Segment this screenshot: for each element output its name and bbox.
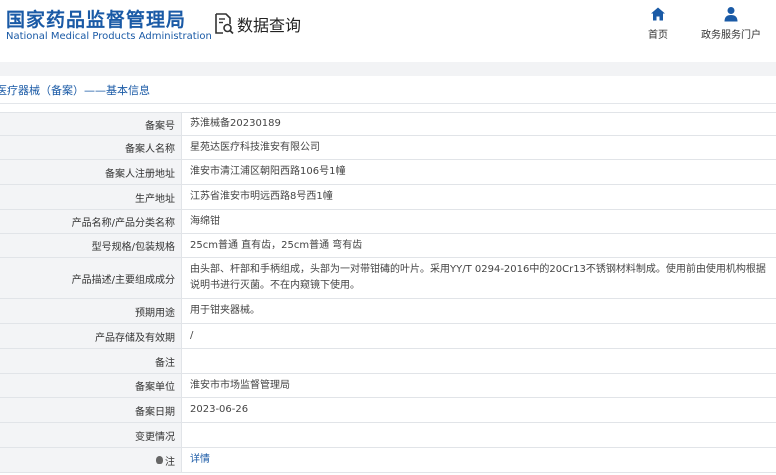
- table-row: 注 详情: [0, 448, 776, 473]
- site-logo-cn[interactable]: 国家药品监督管理局: [6, 5, 186, 32]
- row-value: [182, 349, 776, 373]
- table-row: 型号规格/包装规格 25cm普通 直有齿，25cm普通 弯有齿: [0, 234, 776, 258]
- breadcrumb: 医疗器械（备案）——基本信息: [0, 76, 776, 104]
- row-label: 型号规格/包装规格: [0, 234, 182, 257]
- header-divider: [0, 62, 776, 76]
- table-row: 备案号 苏淮械备20230189: [0, 113, 776, 136]
- row-value: 25cm普通 直有齿，25cm普通 弯有齿: [190, 239, 363, 251]
- row-value: 江苏省淮安市明远西路8号西1幢: [190, 191, 333, 202]
- row-value: 海绵钳: [190, 215, 220, 227]
- row-label: 预期用途: [0, 299, 182, 323]
- home-icon: [651, 7, 665, 21]
- site-logo-en: National Medical Products Administration: [6, 31, 212, 42]
- nav-home-label: 首页: [648, 30, 668, 41]
- table-row: 预期用途 用于钳夹器械。: [0, 299, 776, 324]
- row-label: 备案人注册地址: [0, 160, 182, 184]
- table-row: 备注: [0, 349, 776, 374]
- table-row: 备案单位 淮安市市场监督管理局: [0, 374, 776, 398]
- row-value: /: [190, 330, 194, 341]
- table-row: 备案人注册地址 淮安市清江浦区朝阳西路106号1幢: [0, 160, 776, 185]
- site-header: 国家药品监督管理局 National Medical Products Admi…: [0, 0, 776, 62]
- nav-home[interactable]: 首页: [648, 6, 668, 41]
- row-label: 备案号: [0, 113, 182, 135]
- row-label: 产品存储及有效期: [0, 324, 182, 348]
- table-row: 备案日期 2023-06-26: [0, 398, 776, 423]
- row-value: [182, 423, 776, 447]
- row-value: 淮安市清江浦区朝阳西路106号1幢: [190, 166, 346, 177]
- row-value: 详情: [182, 448, 776, 472]
- note-label: 注: [0, 448, 182, 472]
- data-search-icon: [215, 13, 234, 35]
- lightbulb-icon: [156, 456, 163, 464]
- row-value: 由头部、杆部和手柄组成，头部为一对带钳碡的叶片。采用YY/T 0294-2016…: [190, 264, 766, 291]
- data-query-title[interactable]: 数据查询: [214, 12, 301, 36]
- info-table: 备案号 苏淮械备20230189 备案人名称 星苑达医疗科技淮安有限公司 备案人…: [0, 112, 776, 473]
- row-label: 产品名称/产品分类名称: [0, 210, 182, 233]
- data-query-label: 数据查询: [237, 16, 302, 35]
- row-label: 备案单位: [0, 374, 182, 397]
- row-value: 2023-06-26: [190, 404, 249, 415]
- row-label: 备案日期: [0, 398, 182, 422]
- row-value: 淮安市市场监督管理局: [190, 379, 290, 391]
- user-icon: [724, 7, 738, 22]
- nav-service-portal[interactable]: 政务服务门户: [701, 6, 761, 41]
- table-row: 变更情况: [0, 423, 776, 448]
- row-label: 产品描述/主要组成成分: [0, 258, 182, 298]
- row-label: 生产地址: [0, 185, 182, 209]
- breadcrumb-text: 医疗器械（备案）——基本信息: [0, 84, 150, 97]
- row-value: 苏淮械备20230189: [190, 118, 281, 129]
- table-row: 产品描述/主要组成成分 由头部、杆部和手柄组成，头部为一对带钳碡的叶片。采用YY…: [0, 258, 776, 299]
- table-row: 产品存储及有效期 /: [0, 324, 776, 349]
- row-label: 注: [165, 456, 175, 468]
- table-row: 备案人名称 星苑达医疗科技淮安有限公司: [0, 136, 776, 160]
- table-row: 生产地址 江苏省淮安市明远西路8号西1幢: [0, 185, 776, 210]
- row-label: 变更情况: [0, 423, 182, 447]
- row-label: 备案人名称: [0, 136, 182, 159]
- nav-service-label: 政务服务门户: [701, 30, 761, 41]
- row-value: 星苑达医疗科技淮安有限公司: [190, 141, 320, 153]
- details-link[interactable]: 详情: [190, 452, 210, 468]
- row-value: 用于钳夹器械。: [190, 305, 260, 316]
- row-label: 备注: [0, 349, 182, 373]
- table-row: 产品名称/产品分类名称 海绵钳: [0, 210, 776, 234]
